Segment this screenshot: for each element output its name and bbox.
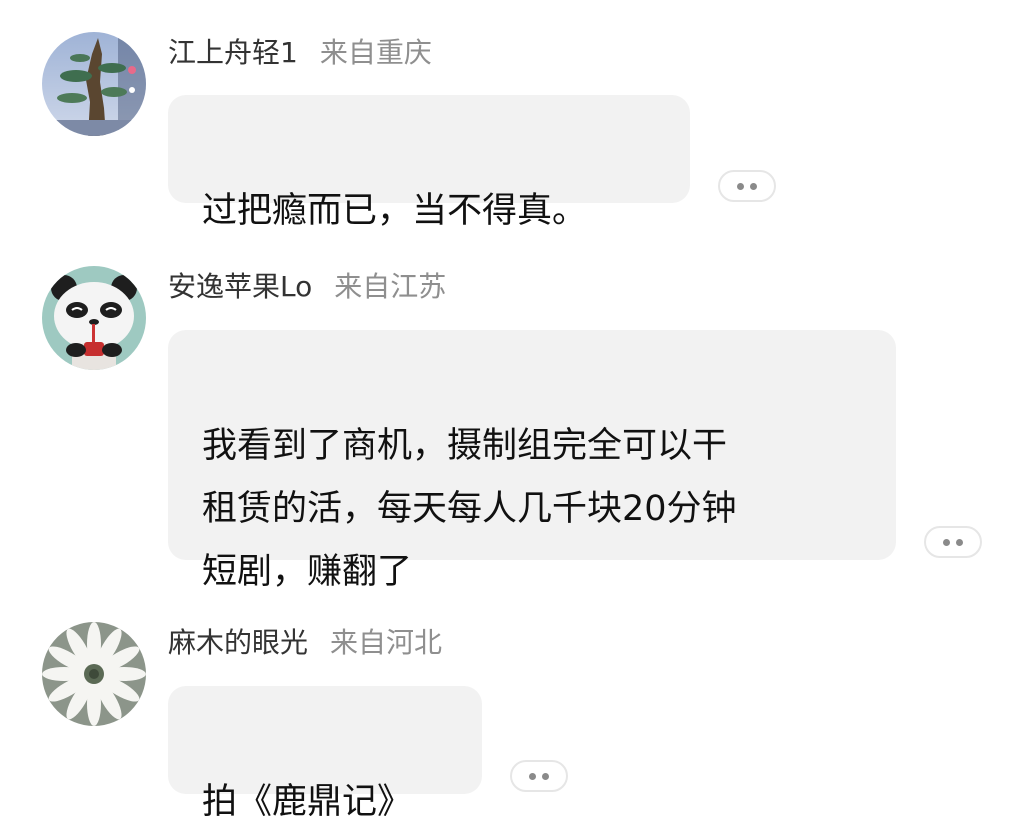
more-dots-icon[interactable]: [510, 760, 568, 792]
location-label: 来自河北: [330, 626, 443, 659]
comment-text: 拍《鹿鼎记》: [202, 782, 413, 822]
comment-item: 麻木的眼光 来自河北 拍《鹿鼎记》: [0, 0, 1024, 822]
dot: [529, 772, 536, 780]
comment-bubble[interactable]: 拍《鹿鼎记》: [168, 686, 482, 822]
flower-avatar[interactable]: [42, 622, 146, 726]
username[interactable]: 麻木的眼光: [168, 626, 308, 659]
comment-meta: 麻木的眼光 来自河北: [168, 626, 442, 660]
dot: [542, 772, 549, 780]
